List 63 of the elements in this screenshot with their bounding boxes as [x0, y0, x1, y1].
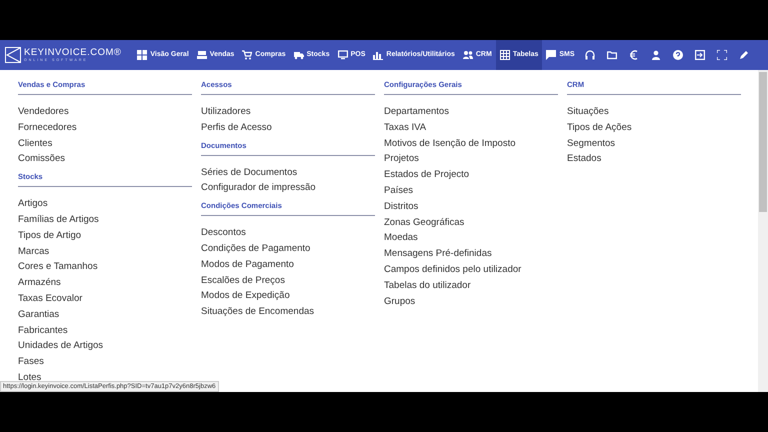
menu-link[interactable]: Distritos — [384, 198, 418, 215]
menu-link[interactable]: Tabelas do utilizador — [384, 278, 471, 294]
menu-link[interactable]: Cores e Tamanhos — [18, 259, 98, 276]
headset-icon — [584, 50, 595, 60]
grid-icon — [137, 50, 148, 60]
logo-text: KEYINVOICE.COM® — [24, 48, 122, 58]
menu-link[interactable]: Fornecedores — [18, 120, 77, 136]
menu-link[interactable]: Modos de Pagamento — [201, 256, 294, 273]
truck-icon — [294, 50, 304, 60]
menu-link[interactable]: Tipos de Artigo — [18, 228, 82, 244]
menu-link[interactable]: Departamentos — [384, 104, 449, 120]
bar-chart-icon — [373, 50, 384, 60]
menu-link[interactable]: Taxas Ecovalor — [18, 290, 82, 307]
euro-icon — [628, 50, 639, 60]
menu-link[interactable]: Grupos — [384, 294, 416, 310]
menu-link[interactable]: Fabricantes — [18, 322, 68, 338]
menu-link[interactable]: Vendedores — [18, 104, 69, 120]
menu-link[interactable]: Utilizadores — [201, 104, 251, 120]
person-icon — [650, 50, 661, 60]
menu-link[interactable]: Tipos de Ações — [567, 120, 632, 136]
menu-link[interactable]: Clientes — [18, 136, 52, 152]
menu-link[interactable]: Séries de Documentos — [201, 164, 298, 180]
monitor-icon — [338, 50, 348, 60]
menu-link[interactable]: Garantias — [18, 306, 60, 323]
menu-link[interactable]: Projetos — [384, 151, 419, 168]
scrollbar[interactable] — [758, 70, 768, 392]
message-icon — [546, 50, 556, 60]
menu-link[interactable]: Taxas IVA — [384, 120, 426, 136]
menu-link[interactable]: Modos de Expedição — [201, 288, 290, 304]
folder-icon — [606, 50, 617, 60]
menu-link[interactable]: Escalões de Preços — [201, 272, 285, 288]
menu-link[interactable]: Motivos de Isenção de Imposto — [384, 136, 516, 152]
menu-link[interactable]: Configurador de impressão — [201, 180, 316, 196]
menu-link[interactable]: Situações de Encomendas — [201, 304, 314, 320]
menu-link[interactable]: Zonas Geográficas — [384, 214, 464, 230]
menu-link[interactable]: Perfis de Acesso — [201, 120, 272, 136]
menu-link[interactable]: Estados de Projecto — [384, 167, 470, 183]
fullscreen-icon — [716, 50, 727, 60]
menu-link[interactable]: Descontos — [201, 225, 246, 241]
menu-link[interactable]: Fases — [18, 354, 44, 370]
menu-link[interactable]: Moedas — [384, 230, 418, 246]
scrollbar-thumb[interactable] — [759, 72, 767, 212]
cart-icon — [242, 50, 252, 60]
menu-link[interactable]: Comissões — [18, 151, 65, 168]
menu-link[interactable]: Armazéns — [18, 275, 61, 291]
menu-link[interactable]: Famílias de Artigos — [18, 212, 99, 228]
menu-link[interactable]: Situações — [567, 104, 609, 120]
help-icon — [672, 50, 683, 60]
register-icon — [196, 50, 207, 60]
logo-icon — [5, 47, 21, 63]
menu-link[interactable]: Marcas — [18, 244, 50, 260]
table-icon — [500, 50, 510, 60]
menu-link[interactable]: Estados — [567, 151, 602, 168]
menu-link[interactable]: Segmentos — [567, 136, 616, 152]
menu-link[interactable]: Mensagens Pré-definidas — [384, 246, 492, 262]
menu-link[interactable]: Artigos — [18, 196, 48, 212]
menu-link[interactable]: Condições de Pagamento — [201, 240, 310, 257]
people-icon — [462, 50, 473, 60]
menu-link[interactable]: Unidades de Artigos — [18, 338, 104, 354]
menu-link[interactable]: Países — [384, 182, 414, 199]
menu-link[interactable]: Campos definidos pelo utilizador — [384, 262, 522, 278]
exit-icon — [694, 50, 705, 60]
pencil-icon — [738, 50, 749, 60]
